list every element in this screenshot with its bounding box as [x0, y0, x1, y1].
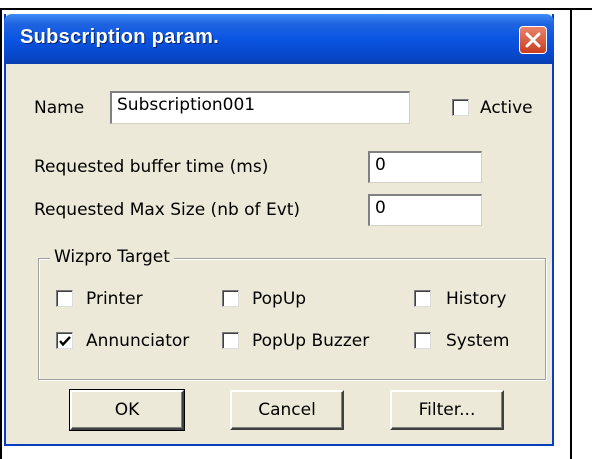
title-bar[interactable]: Subscription param. — [4, 14, 554, 64]
printer-checkbox[interactable] — [56, 290, 73, 307]
subscription-dialog: Subscription param. Name Subscription001… — [4, 14, 554, 446]
page-frame-top — [0, 8, 592, 10]
popup-buzzer-checkbox[interactable] — [222, 332, 239, 349]
printer-label: Printer — [86, 289, 143, 309]
history-checkbox[interactable] — [414, 290, 431, 307]
popup-checkbox[interactable] — [222, 290, 239, 307]
page-frame-left — [0, 8, 2, 459]
history-label: History — [446, 289, 507, 309]
annunciator-label: Annunciator — [86, 331, 190, 351]
filter-button[interactable]: Filter... — [390, 390, 504, 430]
buffer-time-field[interactable]: 0 — [368, 151, 482, 183]
popup-buzzer-label: PopUp Buzzer — [252, 331, 370, 351]
system-label: System — [446, 331, 510, 351]
annunciator-checkbox[interactable] — [56, 332, 73, 349]
active-label: Active — [480, 98, 533, 118]
cancel-button[interactable]: Cancel — [230, 390, 344, 430]
ok-button[interactable]: OK — [69, 389, 185, 431]
buffer-time-label: Requested buffer time (ms) — [34, 157, 269, 177]
popup-label: PopUp — [252, 289, 307, 309]
page-frame-right — [570, 8, 572, 459]
max-size-field[interactable]: 0 — [368, 194, 482, 226]
max-size-label: Requested Max Size (nb of Evt) — [34, 200, 301, 220]
close-icon — [525, 32, 541, 48]
name-label: Name — [34, 98, 85, 118]
window-title: Subscription param. — [20, 26, 220, 48]
system-checkbox[interactable] — [414, 332, 431, 349]
checkmark-icon — [59, 336, 71, 347]
close-button[interactable] — [519, 26, 547, 54]
wizpro-target-group — [38, 258, 546, 380]
active-checkbox[interactable] — [452, 99, 469, 116]
wizpro-target-legend: Wizpro Target — [50, 247, 174, 267]
name-field[interactable]: Subscription001 — [110, 91, 410, 124]
